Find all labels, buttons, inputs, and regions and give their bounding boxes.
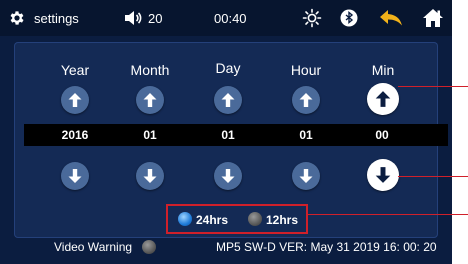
arrow-down-icon [67, 168, 83, 184]
annotation-line-down [398, 176, 468, 177]
arrow-up-icon [220, 92, 236, 108]
arrow-down-icon [298, 168, 314, 184]
year-down-button[interactable] [61, 162, 89, 190]
label-24hrs[interactable]: 24hrs [196, 206, 228, 236]
brightness-button[interactable] [302, 0, 322, 36]
hour-label: Hour [290, 62, 322, 78]
arrow-down-icon [374, 166, 392, 184]
hour-down-button[interactable] [292, 162, 320, 190]
arrow-up-icon [298, 92, 314, 108]
annotation-line-up [398, 86, 468, 87]
value-bar: 2016 01 01 01 00 [24, 124, 448, 146]
home-button[interactable] [422, 0, 444, 36]
hour-up-button[interactable] [292, 86, 320, 114]
day-up-button[interactable] [214, 86, 242, 114]
arrow-down-icon [220, 168, 236, 184]
min-label: Min [371, 62, 395, 78]
year-label: Year [60, 62, 90, 78]
label-12hrs[interactable]: 12hrs [266, 206, 298, 236]
month-value: 01 [143, 128, 157, 142]
volume-value: 20 [148, 10, 163, 26]
arrow-up-icon [142, 92, 158, 108]
min-up-button[interactable] [367, 83, 399, 115]
back-button[interactable] [378, 0, 404, 36]
year-value: 2016 [61, 128, 89, 142]
time-format-selector: 24hrs 12hrs [166, 204, 308, 234]
version-info: MP5 SW-D VER: May 31 2019 16: 00: 20 [216, 240, 437, 254]
sun-icon [302, 8, 322, 28]
month-label: Month [130, 62, 170, 78]
home-icon [422, 8, 444, 28]
year-up-button[interactable] [61, 86, 89, 114]
speaker-icon [124, 10, 144, 26]
hour-value: 01 [299, 128, 313, 142]
arrow-up-icon [374, 90, 392, 108]
day-down-button[interactable] [214, 162, 242, 190]
back-arrow-icon [378, 8, 404, 28]
radio-24hrs[interactable] [178, 212, 192, 226]
month-down-button[interactable] [136, 162, 164, 190]
settings-nav[interactable]: settings [8, 0, 79, 36]
radio-12hrs[interactable] [248, 212, 262, 226]
clock: 00:40 [214, 0, 247, 36]
gear-icon [8, 9, 26, 27]
top-bar: settings 20 00:40 [0, 0, 452, 36]
video-warning-label: Video Warning [54, 240, 133, 254]
video-warning-toggle[interactable] [142, 240, 156, 254]
bluetooth-button[interactable] [340, 0, 358, 36]
bluetooth-icon [340, 9, 358, 27]
day-label: Day [215, 60, 241, 76]
min-value: 00 [375, 128, 389, 142]
clock-time: 00:40 [214, 10, 247, 26]
video-warning: Video Warning [54, 236, 132, 258]
annotation-line-format [308, 214, 468, 215]
arrow-up-icon [67, 92, 83, 108]
min-down-button[interactable] [367, 159, 399, 191]
day-value: 01 [221, 128, 235, 142]
settings-label: settings [34, 10, 79, 26]
month-up-button[interactable] [136, 86, 164, 114]
arrow-down-icon [142, 168, 158, 184]
volume-control[interactable]: 20 [124, 0, 162, 36]
